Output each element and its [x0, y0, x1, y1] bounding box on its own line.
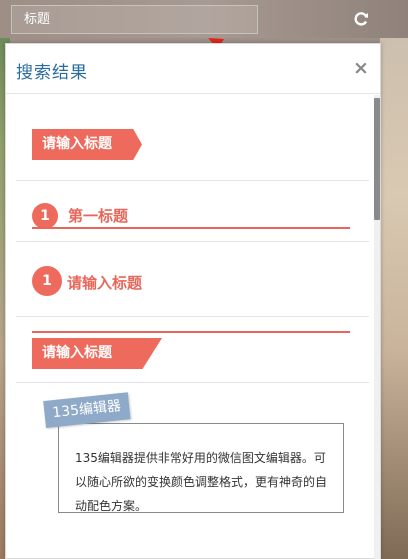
result-item-skew-tag[interactable]: 请输入标题 — [16, 317, 369, 383]
panel-header: 搜索结果 × — [6, 44, 380, 94]
result-title-label: 请输入标题 — [32, 129, 142, 160]
title-underline — [32, 227, 350, 229]
search-input[interactable]: 标题 — [11, 5, 258, 34]
top-search-bar: 标题 — [0, 0, 408, 38]
card-box: 135编辑器提供非常好用的微信图文编辑器。可以随心所欲的变换颜色调整格式，更有神… — [58, 423, 344, 513]
background-right-strip — [380, 38, 408, 559]
result-item-card[interactable]: 135编辑器提供非常好用的微信图文编辑器。可以随心所欲的变换颜色调整格式，更有神… — [16, 383, 369, 533]
search-results-panel: 搜索结果 × 请输入标题 1 第一标题 1 请输入标题 请输入标题 135编辑器… — [5, 43, 381, 559]
result-item-numbered-underline[interactable]: 1 第一标题 — [16, 181, 369, 242]
result-title-label: 第一标题 — [68, 207, 129, 225]
panel-title: 搜索结果 — [16, 63, 88, 83]
refresh-icon[interactable] — [351, 9, 371, 29]
result-item-numbered-plain[interactable]: 1 请输入标题 — [16, 242, 369, 317]
scrollbar-thumb[interactable] — [374, 98, 380, 220]
card-description: 135编辑器提供非常好用的微信图文编辑器。可以随心所欲的变换颜色调整格式，更有神… — [75, 451, 328, 513]
result-title-label: 请输入标题 — [32, 338, 162, 369]
number-badge: 1 — [32, 203, 58, 229]
close-icon[interactable]: × — [353, 59, 369, 78]
result-item-arrow-tag[interactable]: 请输入标题 — [16, 95, 369, 181]
title-topline — [32, 331, 350, 333]
number-badge: 1 — [32, 266, 62, 296]
result-title-label: 请输入标题 — [67, 274, 143, 292]
